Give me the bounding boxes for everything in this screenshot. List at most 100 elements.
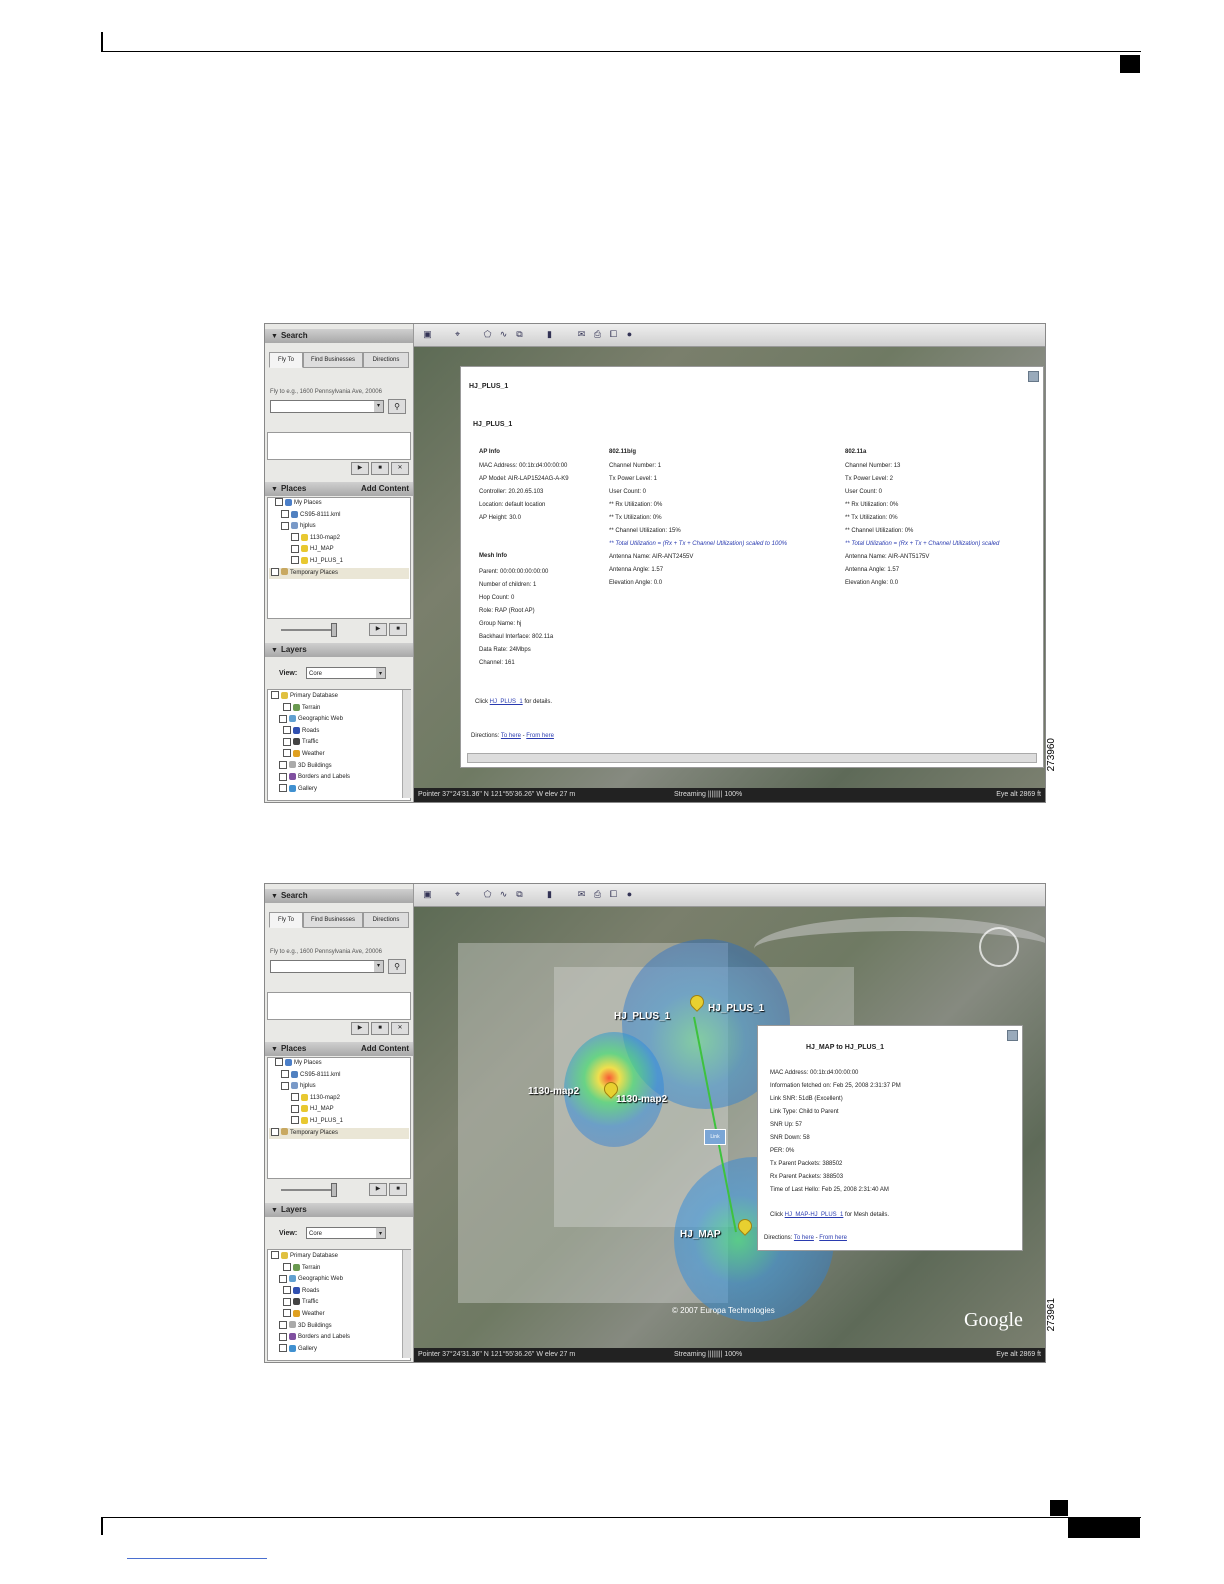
tour-slider-thumb[interactable]	[331, 623, 337, 637]
email-icon[interactable]: ✉	[576, 329, 587, 340]
ruler-icon[interactable]: ▮	[544, 889, 555, 900]
polygon-icon[interactable]: ⬠	[482, 329, 493, 340]
tree-item[interactable]: Gallery	[269, 1344, 350, 1356]
path-icon[interactable]: ∿	[498, 889, 509, 900]
from-here-link[interactable]: From here	[526, 733, 554, 739]
maps-icon[interactable]: ⧠	[608, 889, 619, 900]
tree-item[interactable]: My Places	[269, 498, 409, 510]
footer-link-underline[interactable]	[127, 1558, 267, 1559]
stop-icon[interactable]: ■	[389, 1183, 407, 1196]
tree-item[interactable]: hjplus	[269, 521, 409, 533]
tree-item[interactable]: 1130-map2	[269, 1093, 409, 1105]
tab-directions[interactable]: Directions	[363, 352, 409, 368]
tree-item[interactable]: Primary Database	[269, 1251, 350, 1263]
maps-icon[interactable]: ⧠	[608, 329, 619, 340]
email-icon[interactable]: ✉	[576, 889, 587, 900]
fly-to-input[interactable]: ▾	[270, 960, 384, 973]
play-icon[interactable]: ▶	[369, 1183, 387, 1196]
path-icon[interactable]: ∿	[498, 329, 509, 340]
print-icon[interactable]: ⎙	[592, 889, 603, 900]
places-section-header[interactable]: ▼ Places Add Content	[265, 482, 413, 496]
search-section-header[interactable]: ▼ Search	[265, 889, 413, 903]
print-icon[interactable]: ⎙	[592, 329, 603, 340]
tree-item[interactable]: HJ_PLUS_1	[269, 556, 409, 568]
link-box[interactable]: Link	[704, 1129, 726, 1145]
tour-slider-track[interactable]	[281, 1189, 336, 1191]
layers-section-header[interactable]: ▼ Layers	[265, 643, 413, 657]
fly-to-input[interactable]: ▾	[270, 400, 384, 413]
balloon-h-scrollbar[interactable]	[467, 753, 1037, 763]
details-link[interactable]: HJ_PLUS_1	[490, 699, 523, 705]
search-button[interactable]: ⚲	[388, 399, 406, 414]
chevron-down-icon[interactable]: ▾	[374, 401, 383, 412]
add-content-button[interactable]: Add Content	[361, 482, 409, 496]
play-icon[interactable]: ▶	[351, 1022, 369, 1035]
details-link[interactable]: HJ_MAP-HJ_PLUS_1	[785, 1212, 844, 1218]
places-section-header[interactable]: ▼ Places Add Content	[265, 1042, 413, 1056]
tree-item[interactable]: Roads	[269, 1286, 350, 1298]
search-button[interactable]: ⚲	[388, 959, 406, 974]
tree-item[interactable]: Temporary Places	[269, 567, 409, 580]
tab-directions[interactable]: Directions	[363, 912, 409, 928]
tour-slider-track[interactable]	[281, 629, 336, 631]
tree-item[interactable]: Primary Database	[269, 691, 350, 703]
tree-item[interactable]: CS95-8111.kml	[269, 1070, 409, 1082]
tree-item[interactable]: My Places	[269, 1058, 409, 1070]
overlay-icon[interactable]: ⧉	[514, 889, 525, 900]
layers-scrollbar[interactable]	[402, 1250, 411, 1358]
tree-item[interactable]: Temporary Places	[269, 1127, 409, 1140]
tree-item[interactable]: Traffic	[269, 1297, 350, 1309]
tree-item[interactable]: hjplus	[269, 1081, 409, 1093]
overlay-icon[interactable]: ⧉	[514, 329, 525, 340]
stop-icon[interactable]: ■	[371, 1022, 389, 1035]
sidebar-toggle-icon[interactable]: ▣	[422, 329, 433, 340]
tree-item[interactable]: 1130-map2	[269, 533, 409, 545]
placemark-icon[interactable]: ⌖	[452, 889, 463, 900]
tree-item[interactable]: Borders and Labels	[269, 772, 350, 784]
navigation-compass-icon[interactable]	[979, 927, 1019, 967]
tree-item[interactable]: Roads	[269, 726, 350, 738]
tree-item[interactable]: Geographic Web	[269, 714, 350, 726]
tree-item[interactable]: HJ_MAP	[269, 1104, 409, 1116]
tree-item[interactable]: Geographic Web	[269, 1274, 350, 1286]
play-icon[interactable]: ▶	[369, 623, 387, 636]
from-here-link[interactable]: From here	[819, 1235, 847, 1241]
globe-icon[interactable]: ●	[624, 889, 635, 900]
tab-fly-to[interactable]: Fly To	[269, 352, 303, 368]
tree-item[interactable]: Terrain	[269, 1263, 350, 1275]
search-section-header[interactable]: ▼ Search	[265, 329, 413, 343]
layers-scrollbar[interactable]	[402, 690, 411, 798]
chevron-down-icon[interactable]: ▾	[374, 961, 383, 972]
to-here-link[interactable]: To here	[794, 1235, 814, 1241]
tour-slider-thumb[interactable]	[331, 1183, 337, 1197]
close-icon[interactable]: ✕	[391, 462, 409, 475]
tree-item[interactable]: 3D Buildings	[269, 1320, 350, 1333]
close-icon[interactable]: ✕	[391, 1022, 409, 1035]
tree-item[interactable]: HJ_MAP	[269, 544, 409, 556]
globe-icon[interactable]: ●	[624, 329, 635, 340]
polygon-icon[interactable]: ⬠	[482, 889, 493, 900]
close-icon[interactable]	[1007, 1030, 1018, 1041]
to-here-link[interactable]: To here	[501, 733, 521, 739]
sidebar-toggle-icon[interactable]: ▣	[422, 889, 433, 900]
tab-find-businesses[interactable]: Find Businesses	[303, 352, 363, 368]
view-select[interactable]: Core ▾	[306, 667, 386, 679]
tree-item[interactable]: HJ_PLUS_1	[269, 1116, 409, 1128]
tree-item[interactable]: Weather	[269, 749, 350, 761]
tree-item[interactable]: Traffic	[269, 737, 350, 749]
ruler-icon[interactable]: ▮	[544, 329, 555, 340]
tree-item[interactable]: Gallery	[269, 784, 350, 796]
layers-section-header[interactable]: ▼ Layers	[265, 1203, 413, 1217]
close-icon[interactable]	[1028, 371, 1039, 382]
tree-item[interactable]: Terrain	[269, 703, 350, 715]
tree-item[interactable]: 3D Buildings	[269, 760, 350, 773]
stop-icon[interactable]: ■	[371, 462, 389, 475]
add-content-button[interactable]: Add Content	[361, 1042, 409, 1056]
tree-item[interactable]: Weather	[269, 1309, 350, 1321]
play-icon[interactable]: ▶	[351, 462, 369, 475]
stop-icon[interactable]: ■	[389, 623, 407, 636]
tab-fly-to[interactable]: Fly To	[269, 912, 303, 928]
tab-find-businesses[interactable]: Find Businesses	[303, 912, 363, 928]
tree-item[interactable]: Borders and Labels	[269, 1332, 350, 1344]
tree-item[interactable]: CS95-8111.kml	[269, 510, 409, 522]
